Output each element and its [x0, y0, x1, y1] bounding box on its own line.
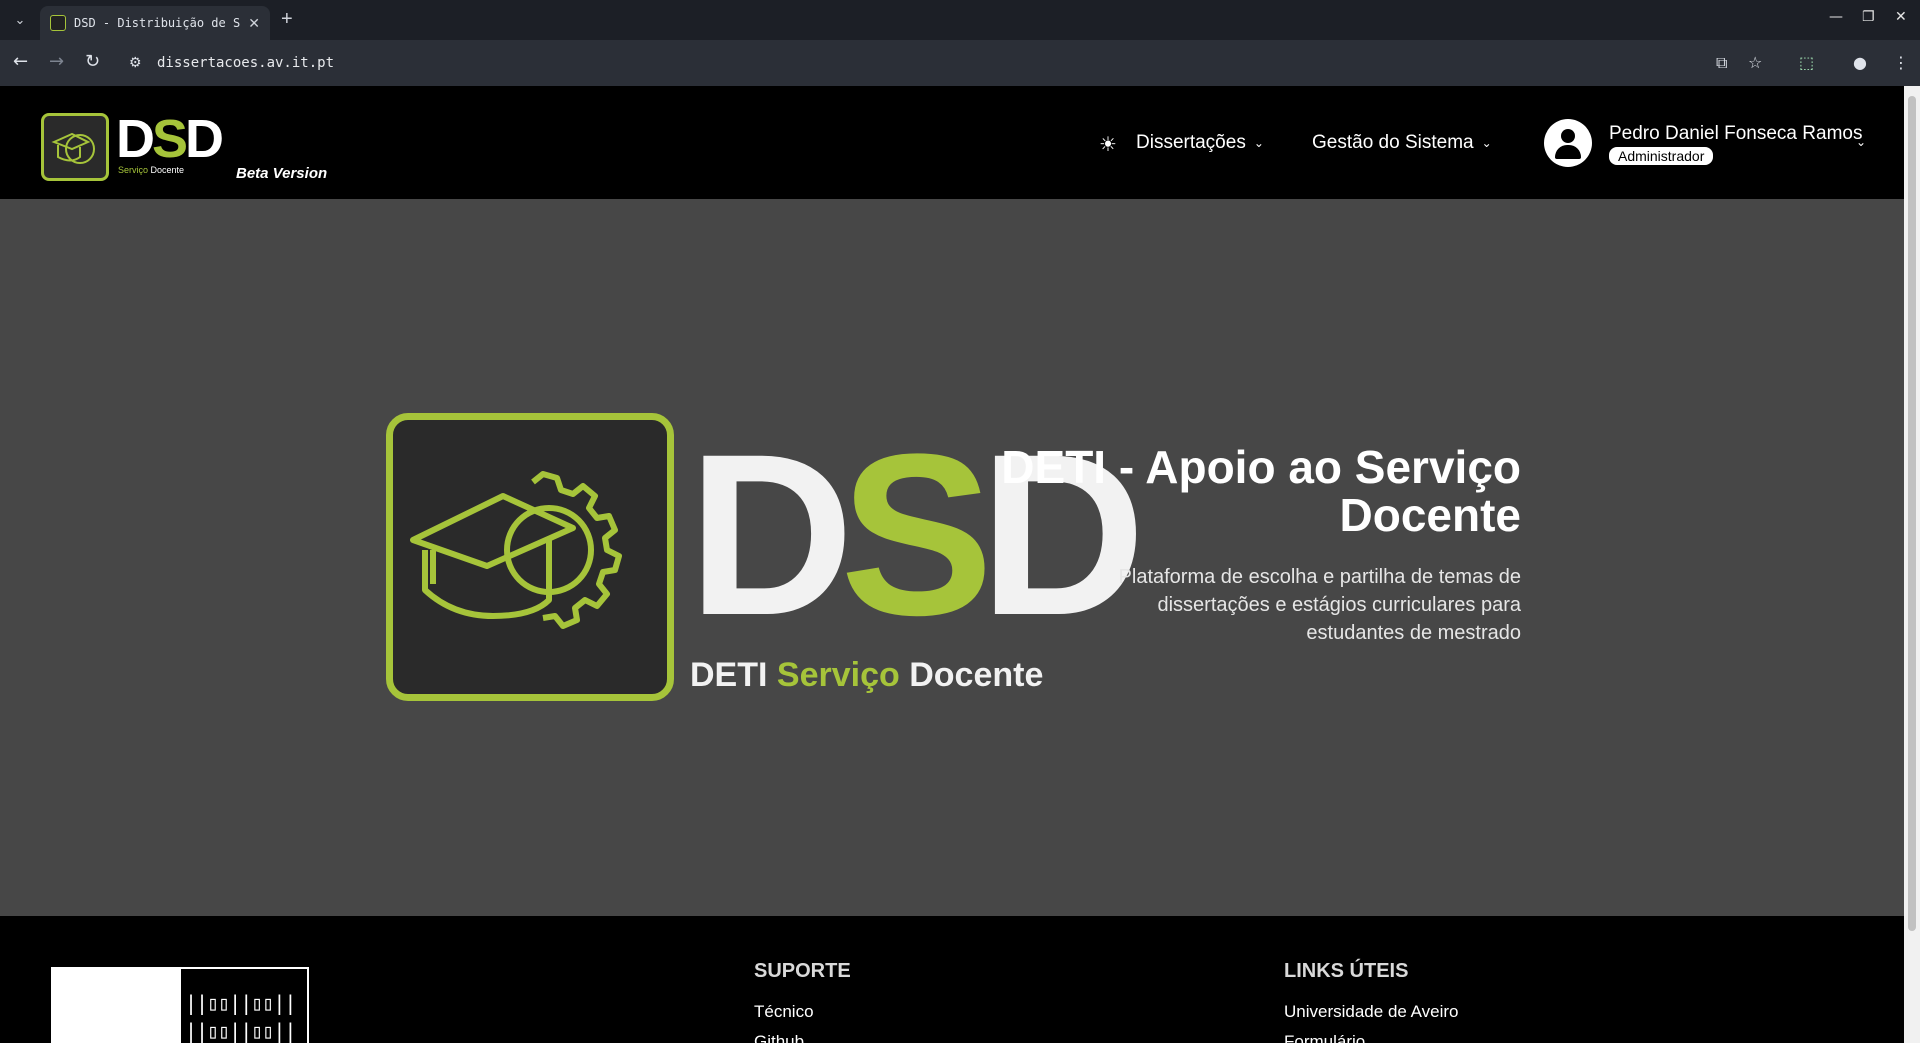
user-icon-body — [1555, 145, 1581, 159]
site-footer: ||▯▯||▯▯|| ||▯▯||▯▯|| SUPORTE Técnico Git… — [0, 916, 1904, 1043]
site-logo-subtitle: Serviço Docente — [118, 165, 185, 175]
ua-logo-pattern: ||▯▯||▯▯|| ||▯▯||▯▯|| — [185, 991, 296, 1043]
nav-dissertacoes-label: Dissertações — [1136, 132, 1246, 153]
ua-logo-block — [53, 969, 181, 1043]
favicon-icon — [50, 15, 66, 31]
footer-link-github[interactable]: Github — [754, 1032, 804, 1043]
theme-toggle-sun-icon[interactable]: ☀ — [1099, 132, 1117, 157]
minimize-icon[interactable]: — — [1829, 9, 1843, 25]
university-aveiro-logo[interactable]: ||▯▯||▯▯|| ||▯▯||▯▯|| — [51, 967, 309, 1043]
beta-label: Beta Version — [236, 165, 328, 182]
tab-title: DSD - Distribuição de S — [74, 16, 241, 30]
footer-link-tecnico[interactable]: Técnico — [754, 1002, 814, 1022]
nav-dissertacoes[interactable]: Dissertações ⌄ — [1136, 132, 1264, 154]
profile-icon[interactable]: ● — [1853, 53, 1867, 72]
user-name[interactable]: Pedro Daniel Fonseca Ramos — [1609, 123, 1862, 145]
close-tab-icon[interactable]: ✕ — [248, 15, 260, 32]
menu-icon[interactable]: ⋮ — [1893, 53, 1909, 72]
reload-icon[interactable]: ↻ — [85, 53, 100, 71]
user-menu-chevron-icon[interactable]: ⌄ — [1856, 135, 1866, 149]
restore-icon[interactable]: ❐ — [1862, 9, 1875, 25]
graduation-gear-icon — [386, 413, 674, 701]
hero-section: DSD DETI Serviço Docente DETI - Apoio ao… — [0, 199, 1904, 916]
chevron-down-icon: ⌄ — [1481, 136, 1492, 150]
footer-link-formulario[interactable]: Formulário — [1284, 1032, 1365, 1043]
url-field[interactable]: dissertacoes.av.it.pt — [157, 55, 334, 71]
close-window-icon[interactable]: ✕ — [1895, 9, 1907, 25]
site-logo-text[interactable]: DSD — [116, 112, 224, 166]
footer-link-ua[interactable]: Universidade de Aveiro — [1284, 1002, 1459, 1022]
scrollbar-thumb[interactable] — [1908, 96, 1916, 931]
back-icon[interactable]: ← — [13, 53, 28, 71]
extensions-icon[interactable]: ⬚ — [1799, 53, 1814, 72]
user-avatar[interactable] — [1544, 119, 1592, 167]
translate-icon[interactable]: ⧉ — [1716, 53, 1727, 73]
chevron-down-icon: ⌄ — [1253, 136, 1264, 150]
page-scrollbar[interactable] — [1904, 86, 1920, 1043]
browser-tab[interactable]: DSD - Distribuição de S ✕ — [40, 6, 270, 40]
footer-useful-heading: LINKS ÚTEIS — [1284, 960, 1409, 982]
address-bar: ← → ↻ ⚙ dissertacoes.av.it.pt ⧉ ☆ ⬚ ● ⋮ — [0, 40, 1920, 86]
footer-support-heading: SUPORTE — [754, 960, 851, 982]
nav-gestao-sistema[interactable]: Gestão do Sistema ⌄ — [1312, 132, 1492, 154]
dsd-logo-icon[interactable] — [41, 113, 109, 181]
hero-description: Plataforma de escolha e partilha de tema… — [1118, 566, 1521, 644]
hero-title: DETI - Apoio ao Serviço Docente — [1001, 441, 1521, 541]
browser-tab-bar: ⌄ DSD - Distribuição de S ✕ + — ❐ ✕ — [0, 0, 1920, 40]
hero-logo-subtitle: DETI Serviço Docente — [690, 656, 1044, 694]
tab-list-icon[interactable]: ⌄ — [10, 10, 30, 30]
site-header: DSD Serviço Docente Beta Version ☀ Disse… — [0, 86, 1904, 199]
user-icon — [1561, 129, 1575, 143]
nav-gestao-sistema-label: Gestão do Sistema — [1312, 132, 1474, 153]
site-settings-icon[interactable]: ⚙ — [129, 54, 142, 71]
user-role-badge: Administrador — [1609, 147, 1714, 165]
forward-icon[interactable]: → — [49, 53, 64, 71]
bookmark-star-icon[interactable]: ☆ — [1748, 53, 1762, 72]
new-tab-icon[interactable]: + — [281, 9, 293, 29]
